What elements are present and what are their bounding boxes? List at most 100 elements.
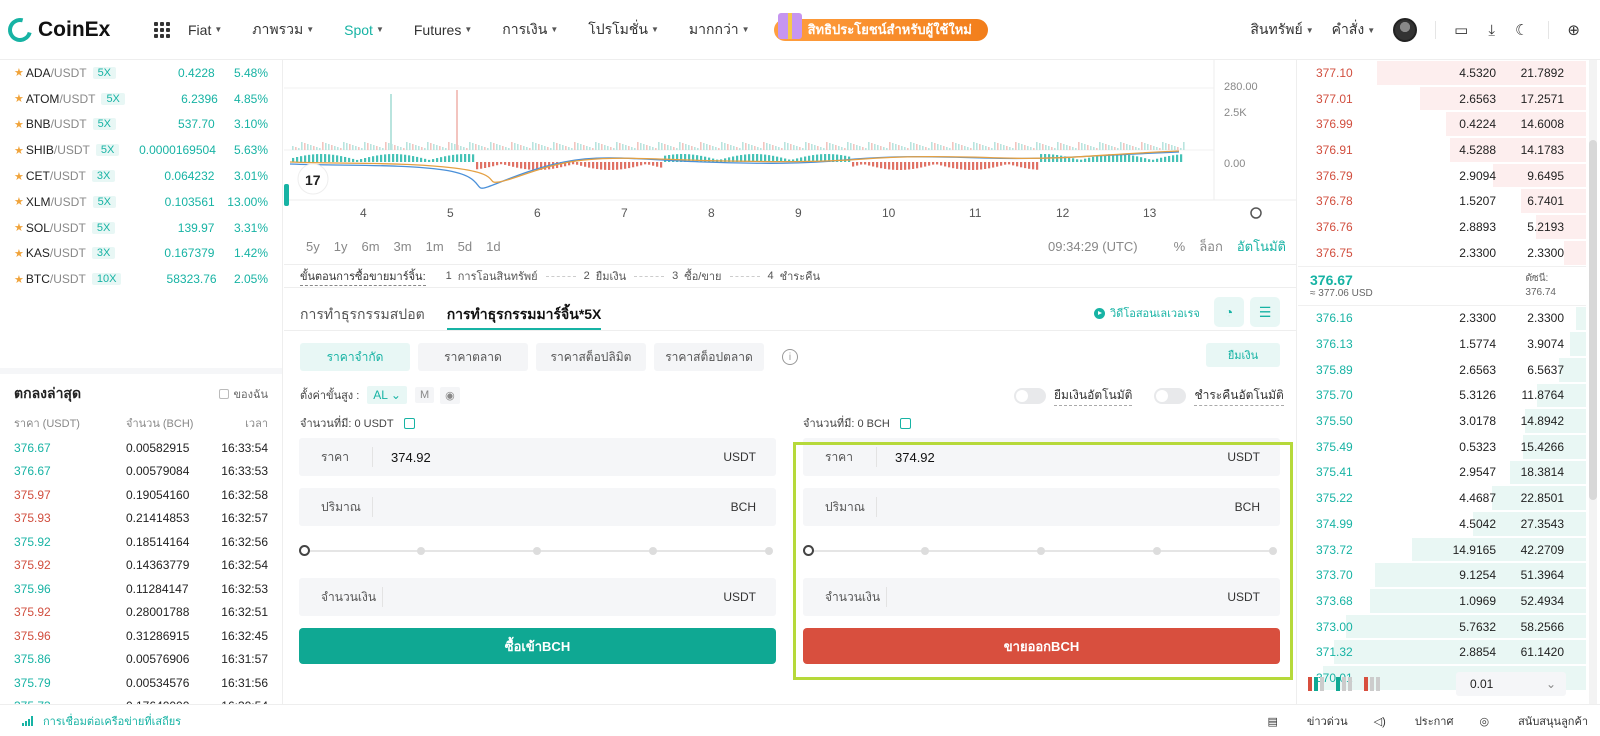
timeframe-1y[interactable]: 1y: [334, 239, 348, 254]
star-icon[interactable]: ★: [14, 66, 24, 79]
coinex-logo[interactable]: CoinEx: [3, 13, 138, 46]
price-chart[interactable]: 280.00 2.5K 0.00 4 5 6 7 8 9 10 11 12 13 17: [284, 60, 1296, 260]
timeframe-1m[interactable]: 1m: [426, 239, 444, 254]
download-icon[interactable]: ⤓: [1488, 22, 1495, 39]
bid-row[interactable]: 375.41 2.9547 18.3814: [1298, 460, 1586, 486]
bid-row[interactable]: 375.49 0.5323 15.4266: [1298, 434, 1586, 460]
auto-repay-toggle[interactable]: [1154, 388, 1187, 404]
settings-gear-icon[interactable]: [1250, 207, 1262, 219]
bid-row[interactable]: 376.13 1.5774 3.9074: [1298, 331, 1586, 357]
ask-row[interactable]: 376.91 4.5288 14.1783: [1298, 137, 1586, 163]
ask-row[interactable]: 377.01 2.6563 17.2571: [1298, 86, 1586, 112]
market-row[interactable]: ★ ATOM/USDT 5X 6.2396 4.85%: [0, 86, 282, 112]
dark-mode-icon[interactable]: ☾: [1515, 21, 1528, 39]
nav-item-4[interactable]: การเงิน ▼: [502, 19, 558, 41]
nav-item-0[interactable]: Fiat ▼: [188, 22, 222, 38]
transfer-icon[interactable]: [403, 417, 415, 429]
bid-row[interactable]: 375.70 5.3126 11.8764: [1298, 383, 1586, 409]
bid-row[interactable]: 373.72 14.9165 42.2709: [1298, 537, 1586, 563]
bid-row[interactable]: 371.32 2.8854 61.1420: [1298, 639, 1586, 665]
apps-grid-icon[interactable]: [154, 21, 170, 38]
order-type-stop-market[interactable]: ราคาสต็อปตลาด: [654, 343, 764, 371]
ask-row[interactable]: 377.10 4.5320 21.7892: [1298, 60, 1586, 86]
buy-price-input[interactable]: 374.92: [373, 450, 723, 465]
timeframe-5d[interactable]: 5d: [458, 239, 472, 254]
ask-row[interactable]: 376.78 1.5207 6.7401: [1298, 188, 1586, 214]
bid-row[interactable]: 376.16 2.3300 2.3300: [1298, 306, 1586, 332]
chart-toggle-button[interactable]: ◔: [1214, 297, 1244, 327]
market-row[interactable]: ★ XLM/USDT 5X 0.103561 13.00%: [0, 189, 282, 215]
buy-bch-button[interactable]: ซื้อเข้าBCH: [299, 628, 776, 664]
bid-row[interactable]: 373.00 5.7632 58.2566: [1298, 614, 1586, 640]
market-row[interactable]: ★ KAS/USDT 3X 0.167379 1.42%: [0, 241, 282, 267]
announcement-button[interactable]: ◁) ประกาศ: [1374, 712, 1454, 730]
chevron-right-icon[interactable]: ›: [1530, 270, 1534, 285]
transfer-icon[interactable]: [899, 417, 911, 429]
ask-row[interactable]: 376.75 2.3300 2.3300: [1298, 240, 1586, 266]
eye-icon[interactable]: ◉: [440, 386, 460, 404]
orders-menu[interactable]: คำสั่ง ▼: [1332, 19, 1376, 41]
order-type-stop-limit[interactable]: ราคาสต็อปลิมิต: [536, 343, 646, 371]
layout-settings-button[interactable]: ☰: [1250, 297, 1280, 327]
support-button[interactable]: ◎ สนับสนุนลูกค้า: [1479, 712, 1588, 730]
percent-scale-toggle[interactable]: %: [1174, 239, 1186, 254]
star-icon[interactable]: ★: [14, 221, 24, 234]
buy-amount-field[interactable]: จำนวนเงิน USDT: [299, 578, 776, 616]
star-icon[interactable]: ★: [14, 118, 24, 131]
nav-item-5[interactable]: โปรโมชั่น ▼: [588, 19, 659, 41]
timeframe-5y[interactable]: 5y: [306, 239, 320, 254]
buy-percent-slider[interactable]: [299, 538, 776, 564]
order-type-limit[interactable]: ราคาจำกัด: [300, 343, 410, 371]
bid-row[interactable]: 373.68 1.0969 52.4934: [1298, 588, 1586, 614]
star-icon[interactable]: ★: [14, 247, 24, 260]
market-row[interactable]: ★ BTC/USDT 10X 58323.76 2.05%: [0, 266, 282, 292]
my-trades-checkbox[interactable]: ของฉัน: [219, 383, 268, 405]
market-row[interactable]: ★ CET/USDT 3X 0.064232 3.01%: [0, 163, 282, 189]
bid-row[interactable]: 375.50 3.0178 14.8942: [1298, 408, 1586, 434]
scrollbar-thumb[interactable]: [1589, 140, 1597, 500]
auto-borrow-toggle[interactable]: [1014, 388, 1046, 404]
nav-item-1[interactable]: ภาพรวม ▼: [252, 19, 314, 41]
market-row[interactable]: ★ ADA/USDT 5X 0.4228 5.48%: [0, 60, 282, 86]
bid-row[interactable]: 375.89 2.6563 6.5637: [1298, 357, 1586, 383]
timeframe-3m[interactable]: 3m: [394, 239, 412, 254]
auto-scale-toggle[interactable]: อัตโนมัติ: [1237, 236, 1286, 257]
message-icon[interactable]: ▭: [1454, 21, 1468, 39]
star-icon[interactable]: ★: [14, 92, 24, 105]
advanced-select[interactable]: AL ⌄: [367, 386, 407, 404]
ask-row[interactable]: 376.99 0.4224 14.6008: [1298, 111, 1586, 137]
news-button[interactable]: ▤ ข่าวด่วน: [1267, 712, 1347, 730]
log-scale-toggle[interactable]: ล็อก: [1199, 236, 1223, 257]
star-icon[interactable]: ★: [14, 144, 24, 157]
bid-row[interactable]: 373.70 9.1254 51.3964: [1298, 562, 1586, 588]
book-asks-icon[interactable]: [1364, 677, 1380, 691]
market-row[interactable]: ★ SOL/USDT 5X 139.97 3.31%: [0, 215, 282, 241]
ask-row[interactable]: 376.76 2.8893 5.2193: [1298, 214, 1586, 240]
buy-price-field[interactable]: ราคา 374.92 USDT: [299, 438, 776, 476]
timeframe-6m[interactable]: 6m: [361, 239, 379, 254]
advanced-m-button[interactable]: M: [414, 387, 435, 403]
globe-icon[interactable]: ⊕: [1567, 21, 1580, 39]
market-row[interactable]: ★ BNB/USDT 5X 537.70 3.10%: [0, 112, 282, 138]
order-type-market[interactable]: ราคาตลาด: [418, 343, 528, 371]
chart-collapse-handle[interactable]: [284, 184, 289, 206]
nav-item-3[interactable]: Futures ▼: [414, 22, 472, 38]
avatar[interactable]: [1393, 18, 1418, 42]
ask-row[interactable]: 376.79 2.9094 9.6495: [1298, 163, 1586, 189]
info-icon[interactable]: i: [782, 349, 798, 365]
book-both-icon[interactable]: [1308, 677, 1324, 691]
tab-spot[interactable]: การทำธุรกรรมสปอต: [300, 296, 425, 330]
star-icon[interactable]: ★: [14, 273, 24, 286]
bid-row[interactable]: 375.22 4.4687 22.8501: [1298, 485, 1586, 511]
star-icon[interactable]: ★: [14, 170, 24, 183]
book-bids-icon[interactable]: [1336, 677, 1352, 691]
nav-item-6[interactable]: มากกว่า ▼: [689, 19, 750, 41]
star-icon[interactable]: ★: [14, 195, 24, 208]
nav-item-2[interactable]: Spot ▼: [344, 22, 384, 38]
buy-quantity-field[interactable]: ปริมาณ BCH: [299, 488, 776, 526]
depth-select[interactable]: 0.01 ⌄: [1456, 672, 1566, 696]
market-row[interactable]: ★ SHIB/USDT 5X 0.0000169504 5.63%: [0, 137, 282, 163]
bid-row[interactable]: 374.99 4.5042 27.3543: [1298, 511, 1586, 537]
leverage-video-link[interactable]: วิดีโอสอนเลเวอเรจ: [1094, 304, 1200, 322]
borrow-button[interactable]: ยืมเงิน: [1206, 343, 1280, 367]
